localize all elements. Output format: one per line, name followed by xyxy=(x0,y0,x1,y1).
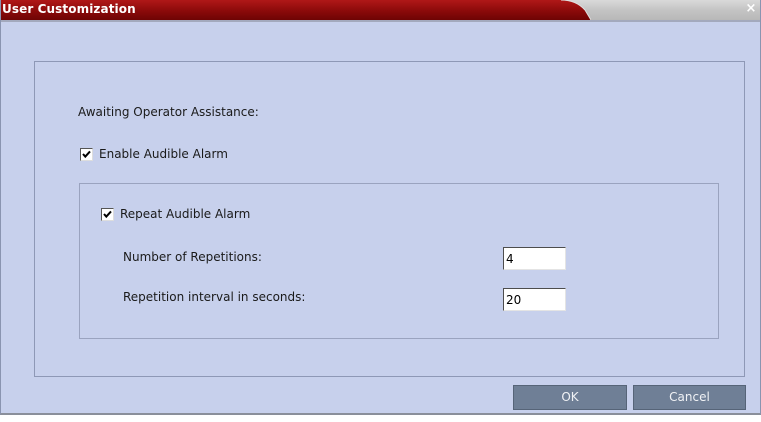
close-icon[interactable]: × xyxy=(744,2,758,16)
title-bar[interactable]: User Customization × xyxy=(1,0,760,20)
interval-input[interactable] xyxy=(503,288,566,311)
user-customization-dialog: User Customization × Awaiting Operator A… xyxy=(0,0,761,415)
repetitions-label: Number of Repetitions: xyxy=(123,250,262,264)
repeat-audible-alarm-row[interactable]: Repeat Audible Alarm xyxy=(101,207,250,221)
checkmark-icon xyxy=(82,150,91,158)
repeat-audible-alarm-checkbox[interactable] xyxy=(101,207,114,221)
checkmark-icon xyxy=(103,210,112,218)
repetitions-input[interactable] xyxy=(503,247,566,270)
enable-audible-alarm-label: Enable Audible Alarm xyxy=(99,147,228,161)
enable-audible-alarm-checkbox[interactable] xyxy=(80,147,93,161)
ok-button[interactable]: OK xyxy=(513,385,627,410)
interval-label: Repetition interval in seconds: xyxy=(123,290,306,304)
cancel-button[interactable]: Cancel xyxy=(633,385,746,410)
section-label: Awaiting Operator Assistance: xyxy=(78,105,259,119)
title-divider xyxy=(1,20,760,22)
repeat-audible-alarm-label: Repeat Audible Alarm xyxy=(120,207,251,221)
window-title: User Customization xyxy=(2,2,136,16)
enable-audible-alarm-row[interactable]: Enable Audible Alarm xyxy=(80,147,228,161)
